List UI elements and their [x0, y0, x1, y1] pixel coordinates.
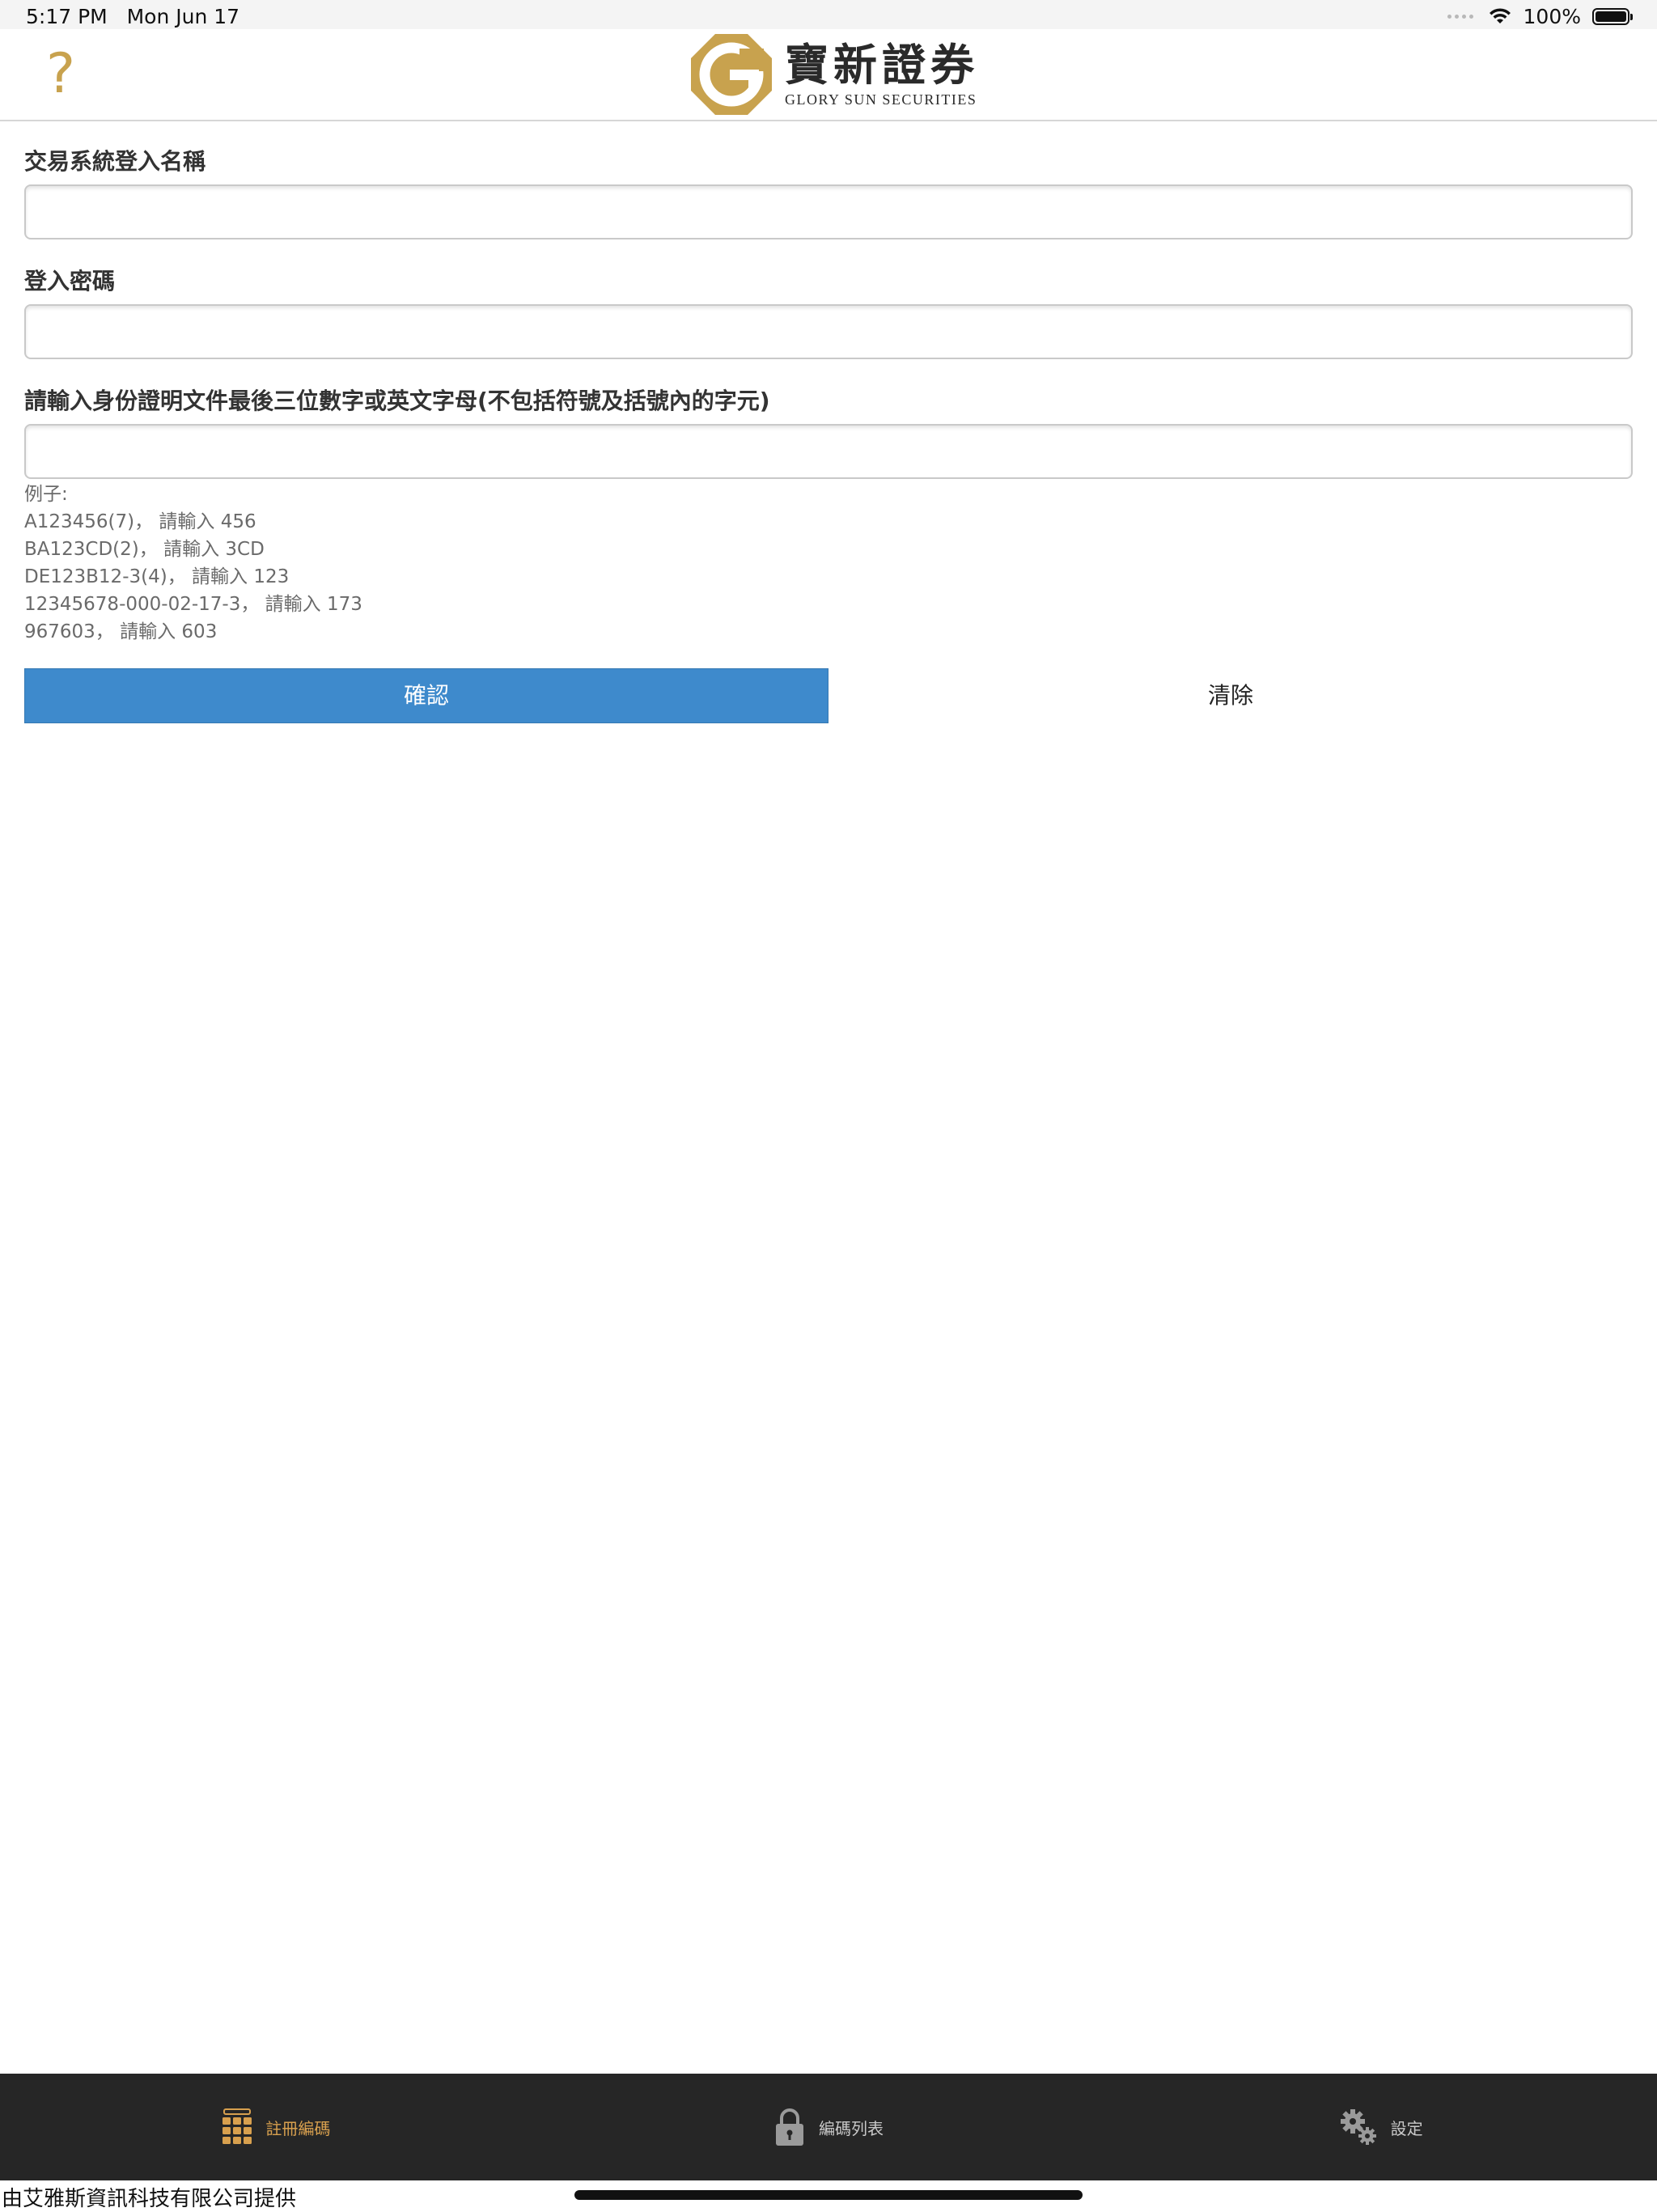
logo-text: 寶新證券 GLORY SUN SECURITIES — [785, 40, 979, 108]
logo-emblem-icon — [691, 34, 772, 115]
example-item: A123456(7)， 請輸入 456 — [24, 511, 256, 532]
help-button[interactable]: ? — [40, 44, 81, 105]
example-item: 12345678-000-02-17-3， 請輸入 173 — [24, 594, 362, 615]
footer-provider-text: 由艾雅斯資訊科技有限公司提供 — [2, 2187, 297, 2211]
status-time-value: 5:17 PM — [26, 5, 108, 28]
status-bar: 5:17 PM Mon Jun 17 100% — [0, 0, 1657, 29]
logo-chinese-name: 寶新證券 — [785, 39, 979, 91]
bottom-tab-bar: 註冊編碼 編碼列表 設定 — [0, 2074, 1657, 2180]
tab-label: 編碼列表 — [819, 2118, 884, 2138]
cellular-signal-icon — [1447, 14, 1473, 19]
status-date-value: Mon Jun 17 — [126, 5, 240, 28]
question-mark-icon: ? — [45, 42, 76, 106]
tab-code-list[interactable]: 編碼列表 — [553, 2074, 1105, 2180]
padlock-icon — [776, 2108, 803, 2146]
tab-register-code[interactable]: 註冊編碼 — [0, 2074, 553, 2180]
status-indicators: 100% — [1447, 4, 1633, 28]
home-indicator[interactable] — [574, 2190, 1083, 2200]
example-item: DE123B12-3(4)， 請輸入 123 — [24, 566, 290, 587]
tab-label: 設定 — [1390, 2118, 1423, 2138]
username-label: 交易系統登入名稱 — [24, 148, 206, 175]
password-label: 登入密碼 — [24, 268, 116, 295]
footer: 由艾雅斯資訊科技有限公司提供 — [0, 2180, 1657, 2211]
battery-percentage: 100% — [1523, 4, 1581, 28]
examples-block: 例子: A123456(7)， 請輸入 456 BA123CD(2)， 請輸入 … — [24, 481, 362, 646]
password-input[interactable] — [24, 304, 1633, 359]
id-digits-input[interactable] — [24, 424, 1633, 479]
wifi-icon — [1489, 8, 1511, 23]
app-header: ? 寶新證券 GLORY SUN SECURITIES — [0, 29, 1657, 121]
battery-icon — [1592, 7, 1633, 25]
glory-sun-logo: 寶新證券 GLORY SUN SECURITIES — [689, 29, 979, 120]
confirm-button[interactable]: 確認 — [24, 668, 828, 723]
tab-settings[interactable]: 設定 — [1104, 2074, 1657, 2180]
logo-english-name: GLORY SUN SECURITIES — [785, 91, 977, 108]
example-item: 967603， 請輸入 603 — [24, 621, 218, 642]
examples-title: 例子: — [24, 484, 68, 505]
clear-button[interactable]: 清除 — [828, 668, 1633, 723]
gears-icon — [1340, 2109, 1376, 2145]
id-digits-label: 請輸入身份證明文件最後三位數字或英文字母(不包括符號及括號內的字元) — [24, 388, 770, 414]
example-item: BA123CD(2)， 請輸入 3CD — [24, 539, 265, 560]
keypad-grid-icon — [222, 2108, 252, 2144]
status-time: 5:17 PM Mon Jun 17 — [26, 5, 239, 28]
tab-label: 註冊編碼 — [265, 2118, 331, 2138]
username-input[interactable] — [24, 184, 1633, 239]
